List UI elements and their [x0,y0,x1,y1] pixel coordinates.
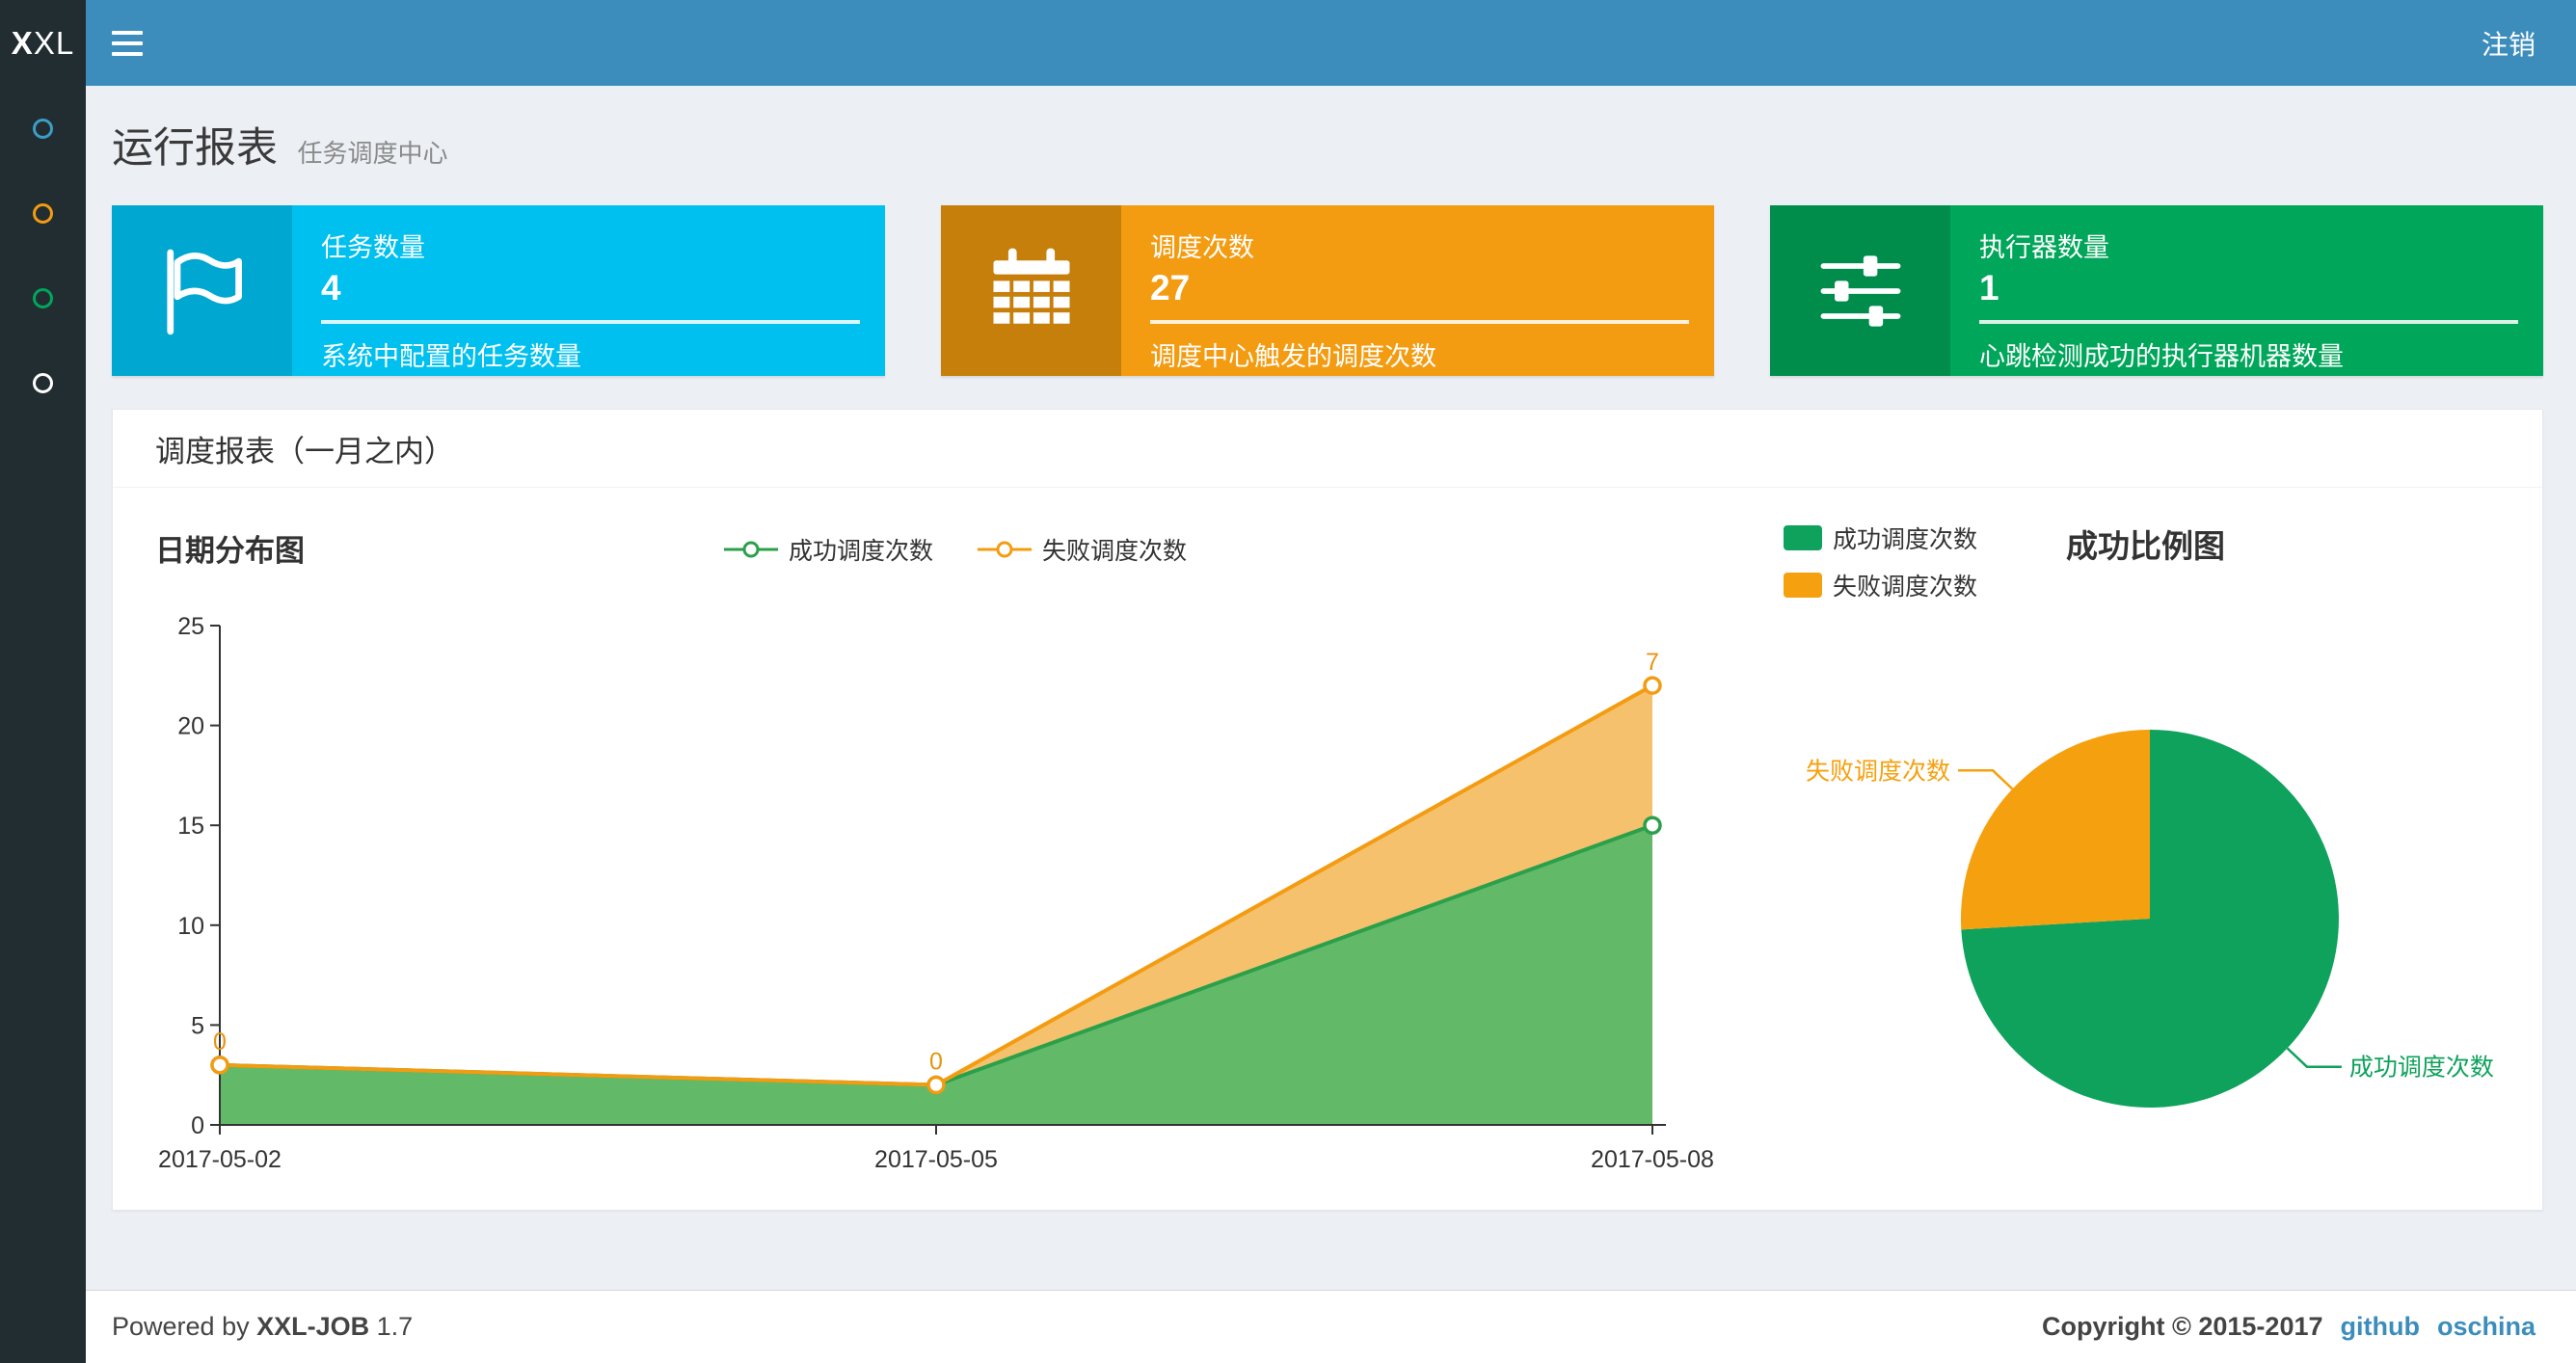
point-value-label: 0 [213,1029,227,1056]
hamburger-icon [112,30,143,35]
legend-item[interactable]: 失败调度次数 [978,532,1187,567]
info-box-description: 系统中配置的任务数量 [321,342,581,371]
data-point-marker[interactable] [1643,815,1662,835]
sidebar-toggle-button[interactable] [86,0,169,86]
circle-icon [33,372,53,393]
sidebar-item-logs[interactable] [0,255,86,340]
pie-label: 成功调度次数 [2349,1055,2494,1082]
legend-swatch-icon [1784,525,1822,550]
sidebar-menu [0,86,86,1363]
data-point-marker[interactable] [1643,676,1662,695]
date-distribution-chart-section: 日期分布图 成功调度次数 失败调度次数 0 5 10 15 20 25 2017-05-02 2… [155,517,1756,1177]
powered-version: 1.7 [369,1312,414,1341]
app-logo-rest: XL [33,24,75,61]
calendar-icon [941,205,1121,376]
point-value-label: 7 [1646,649,1659,676]
navbar-right: 注销 [2482,0,2576,86]
powered-prefix: Powered by [112,1312,257,1341]
line-chart-head: 日期分布图 成功调度次数 失败调度次数 [155,517,1756,584]
info-box-divider [321,320,860,324]
legend-swatch-icon [1784,573,1822,598]
pie-chart[interactable]: 成功调度次数 失败调度次数 [1756,608,2502,1148]
point-value-label: 0 [929,1049,943,1076]
x-axis-tick-label: 2017-05-02 [158,1146,282,1173]
info-box-executors: 执行器数量 1 心跳检测成功的执行器机器数量 [1770,205,2543,376]
circle-icon [33,287,53,308]
page-subtitle: 任务调度中心 [297,139,448,168]
y-axis-tick-label: 0 [191,1112,204,1139]
legend-label: 失败调度次数 [1042,538,1188,565]
x-axis-tick-label: 2017-05-05 [874,1146,998,1173]
info-box-content: 调度次数 27 调度中心触发的调度次数 [1121,205,1714,376]
data-point-marker[interactable] [210,1056,229,1075]
info-box-title: 调度次数 [1150,233,1254,262]
pie-chart-head: 成功调度次数 失败调度次数 成功比例图 [1784,521,2502,602]
info-box-jobs: 任务数量 4 系统中配置的任务数量 [112,205,885,376]
legend-item[interactable]: 成功调度次数 [723,532,933,567]
github-link[interactable]: github [2341,1312,2420,1342]
legend-item[interactable]: 失败调度次数 [1784,568,1977,602]
copyright-text: Copyright © 2015-2017 [2041,1312,2323,1341]
y-axis-tick-label: 5 [191,1012,204,1039]
pie-chart-title: 成功比例图 [2066,528,2226,564]
line-marker-icon [723,541,778,558]
app-logo-bold: X [11,24,34,61]
legend-label: 成功调度次数 [788,538,933,565]
content-area: 运行报表 任务调度中心 任务数量 4 系统中配置的任务数量 调度次数 27 调度… [86,86,2576,1290]
top-navbar: X XL 注销 [0,0,2576,86]
line-marker-icon [978,541,1032,558]
line-chart-legend: 成功调度次数 失败调度次数 [155,532,1756,567]
info-box-divider [1979,320,2518,324]
pie-slice[interactable] [1960,730,2150,930]
info-box-content: 任务数量 4 系统中配置的任务数量 [292,205,885,376]
success-ratio-chart-section: 成功调度次数 失败调度次数 成功比例图 成功调度次数 失败调度次数 [1756,517,2502,1177]
circle-icon [33,118,53,139]
report-panel-body: 日期分布图 成功调度次数 失败调度次数 0 5 10 15 20 25 2017-05-02 2… [113,488,2542,1210]
report-panel: 调度报表（一月之内） 日期分布图 成功调度次数 失败调度次数 0 5 10 15 20 25… [112,409,2543,1211]
legend-item[interactable]: 成功调度次数 [1784,521,1977,555]
info-box-description: 调度中心触发的调度次数 [1150,342,1436,371]
info-box-divider [1150,320,1689,324]
app-logo[interactable]: X XL [0,0,86,86]
oschina-link[interactable]: oschina [2437,1312,2536,1342]
hamburger-icon [112,51,143,56]
legend-label: 失败调度次数 [1833,574,1978,601]
page-header: 运行报表 任务调度中心 [112,86,2543,205]
y-axis-tick-label: 20 [177,713,204,740]
y-axis-tick-label: 25 [177,613,204,640]
info-box-title: 执行器数量 [1979,233,2109,262]
line-area-chart[interactable]: 05101520252017-05-02 2017-05-05 2017-05-08… [155,584,1756,1177]
hamburger-icon [112,40,143,45]
info-box-title: 任务数量 [321,233,425,262]
page-footer: Powered by XXL-JOB 1.7 Copyright © 2015-… [86,1290,2576,1363]
pie-label-line [2286,1047,2342,1068]
pie-label-line [1958,769,2014,790]
info-box-description: 心跳检测成功的执行器机器数量 [1979,342,2344,371]
sidebar-item-report[interactable] [0,86,86,171]
y-axis-tick-label: 15 [177,813,204,840]
legend-label: 成功调度次数 [1833,526,1978,553]
sliders-icon [1770,205,1950,376]
info-box-row: 任务数量 4 系统中配置的任务数量 调度次数 27 调度中心触发的调度次数 执行… [112,205,2543,376]
circle-icon [33,202,53,224]
footer-right: Copyright © 2015-2017 github oschina [2042,1312,2536,1342]
data-point-marker[interactable] [926,1075,946,1095]
powered-by-text: Powered by XXL-JOB 1.7 [112,1312,413,1342]
info-box-content: 执行器数量 1 心跳检测成功的执行器机器数量 [1950,205,2543,376]
y-axis-tick-label: 10 [177,913,204,940]
info-box-value: 27 [1150,268,1191,307]
info-box-triggers: 调度次数 27 调度中心触发的调度次数 [941,205,1714,376]
report-panel-title: 调度报表（一月之内） [113,410,2542,488]
sidebar-item-executors[interactable] [0,340,86,425]
page-title: 运行报表 [112,125,278,172]
info-box-value: 1 [1979,268,1999,307]
pie-label: 失败调度次数 [1806,758,1950,785]
powered-brand: XXL-JOB [256,1312,370,1341]
flag-icon [112,205,292,376]
x-axis-tick-label: 2017-05-08 [1591,1146,1714,1173]
sidebar-item-jobs[interactable] [0,171,86,255]
logout-link[interactable]: 注销 [2482,24,2536,63]
info-box-value: 4 [321,268,341,307]
pie-chart-legend: 成功调度次数 失败调度次数 [1784,521,1977,602]
